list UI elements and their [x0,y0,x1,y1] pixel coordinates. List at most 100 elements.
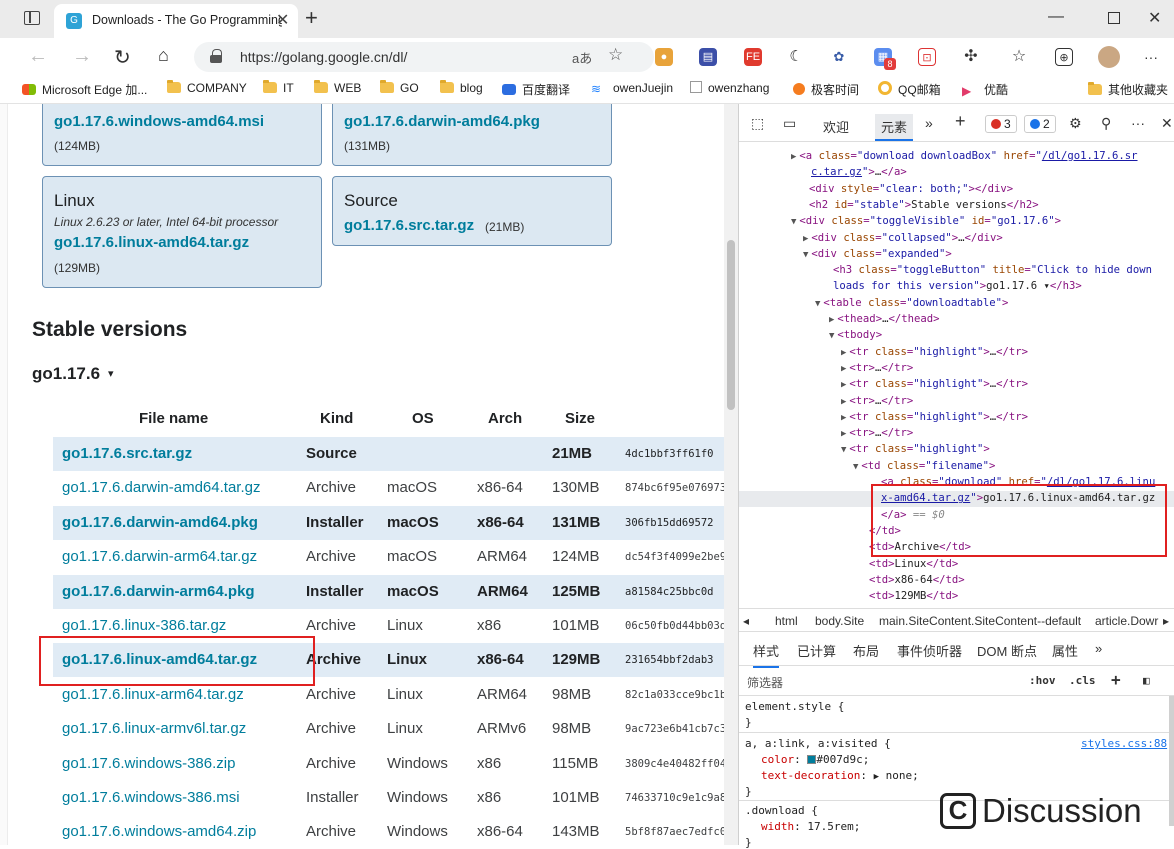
crumb-body[interactable]: body.Site [815,614,864,628]
featured-file[interactable]: go1.17.6.windows-amd64.msi [54,113,264,130]
download-link[interactable]: go1.17.6.src.tar.gz [62,445,192,462]
maximize-icon[interactable] [1108,12,1120,24]
more-menu-icon[interactable]: ··· [1142,48,1160,66]
download-link[interactable]: go1.17.6.linux-386.tar.gz [62,617,226,634]
dom-node-line[interactable]: ▼ <table class="downloadtable"> [815,295,1008,311]
bookmark-qqmail[interactable]: QQ邮箱 [878,81,941,99]
dom-node-line[interactable]: <td>x86-64</td> [869,572,965,588]
css-rule-source-link[interactable]: styles.css:88 [1081,737,1167,750]
url-input[interactable]: https://golang.google.cn/dl/ aあ ☆ [194,42,654,72]
css-color-decl[interactable]: color: #007d9c; [761,753,869,766]
extension-reader-icon[interactable]: ▤ [699,48,717,66]
bookmark-owenzhang[interactable]: owenzhang [690,81,769,99]
extension-fe-icon[interactable]: FE [744,48,762,66]
css-width-decl[interactable]: width: 17.5rem; [761,820,860,833]
version-toggle[interactable]: go1.17.6 ▾ [32,364,114,384]
expand-triangle-icon[interactable]: ▼ [791,217,796,227]
dom-node-line[interactable]: ▶ <tr class="highlight">…</tr> [841,376,1028,392]
css-element-style[interactable]: element.style { [745,700,844,713]
new-tab-button[interactable]: + [305,5,318,31]
tab-layout[interactable]: 布局 [853,641,879,660]
expand-triangle-icon[interactable]: ▶ [874,772,879,782]
download-link[interactable]: go1.17.6.linux-arm64.tar.gz [62,686,244,703]
cls-toggle[interactable]: .cls [1069,674,1096,687]
download-link[interactable]: go1.17.6.windows-386.msi [62,789,240,806]
bookmark-other[interactable]: 其他收藏夹 [1088,81,1168,99]
dom-node-line[interactable]: ▶ <tr>…</tr> [841,393,913,409]
dom-node-line[interactable]: ▼ <td class="filename"> [853,458,995,474]
expand-triangle-icon[interactable]: ▼ [841,445,846,455]
featured-windows[interactable]: go1.17.6.windows-amd64.msi (124MB) [42,104,322,166]
dom-node-line[interactable]: ▶ <a class="download downloadBox" href="/… [791,148,1138,164]
download-link[interactable]: go1.17.6.darwin-arm64.tar.gz [62,548,257,565]
devtools-more-icon[interactable]: ··· [1131,115,1145,131]
dark-mode-icon[interactable]: ☾ [787,48,805,66]
avatar[interactable] [1098,46,1120,68]
bookmark-baidu-translate[interactable]: 百度翻译 [502,81,570,99]
extensions-puzzle-icon[interactable]: ✣ [962,48,980,66]
toggle-sidebar-icon[interactable]: ◧ [1143,674,1150,687]
settings-gear-icon[interactable]: ⚙ [1069,115,1082,132]
expand-triangle-icon[interactable]: ▼ [815,299,820,309]
dom-node-line[interactable]: <td>129MB</td> [869,588,958,604]
featured-file[interactable]: go1.17.6.src.tar.gz [344,217,474,234]
expand-triangle-icon[interactable]: ▶ [829,315,834,325]
screenshot-icon[interactable]: ⊡ [918,48,936,66]
dom-node-line[interactable]: ▼ <tbody> [829,327,882,343]
dom-node-line[interactable]: ▼ <div class="expanded"> [803,246,952,262]
css-download-selector[interactable]: .download { [745,804,818,817]
bookmark-it[interactable]: IT [263,80,294,99]
page-scroll-thumb[interactable] [727,240,735,410]
download-link[interactable]: go1.17.6.windows-386.zip [62,755,235,772]
bookmark-go[interactable]: GO [380,80,419,99]
crumb-scroll-right-icon[interactable]: ▸ [1163,614,1169,628]
crumb-main[interactable]: main.SiteContent.SiteContent--default [879,614,1081,628]
inspect-icon[interactable]: ⬚ [751,115,764,132]
dom-node-line[interactable]: ▶ <tr>…</tr> [841,360,913,376]
forward-icon[interactable]: → [72,45,92,68]
tab-styles[interactable]: 样式 [753,641,780,668]
expand-triangle-icon[interactable]: ▶ [841,413,846,423]
dom-node-line[interactable]: <h3 class="toggleButton" title="Click to… [833,262,1152,278]
connect-icon[interactable]: ⚲ [1101,115,1111,132]
expand-triangle-icon[interactable]: ▶ [791,152,796,162]
dom-node-line[interactable]: c.tar.gz">…</a> [811,164,907,180]
expand-triangle-icon[interactable]: ▶ [841,429,846,439]
featured-source[interactable]: Source go1.17.6.src.tar.gz (21MB) [332,176,612,246]
minimize-icon[interactable]: — [1048,8,1064,26]
new-rule-plus-icon[interactable]: + [1111,670,1121,689]
read-aloud-icon[interactable]: aあ [572,48,592,67]
message-badge[interactable]: 2 [1024,115,1056,133]
expand-triangle-icon[interactable]: ▶ [803,234,808,244]
expand-triangle-icon[interactable]: ▼ [803,250,808,260]
dom-node-line[interactable]: loads for this version">go1.17.6 ▾</h3> [833,278,1082,294]
styles-scrollbar[interactable] [1169,696,1174,826]
dom-node-line[interactable]: ▶ <thead>…</thead> [829,311,940,327]
tab-actions-icon[interactable] [24,11,40,25]
extension-translate-icon[interactable]: ✿ [830,48,848,66]
expand-triangle-icon[interactable]: ▶ [841,380,846,390]
featured-file[interactable]: go1.17.6.darwin-amd64.pkg [344,113,540,130]
tab-properties[interactable]: 属性 [1052,641,1078,660]
tab-dom-breakpoints[interactable]: DOM 断点 [977,641,1037,660]
download-link[interactable]: go1.17.6.darwin-arm64.pkg [62,583,255,600]
page-scrollbar[interactable] [724,104,738,845]
expand-triangle-icon[interactable]: ▶ [841,364,846,374]
bookmark-youku[interactable]: ▶ 优酷 [962,81,1008,99]
download-link[interactable]: go1.17.6.linux-armv6l.tar.gz [62,720,246,737]
tab-computed[interactable]: 已计算 [797,641,836,660]
featured-file[interactable]: go1.17.6.linux-amd64.tar.gz [54,234,249,251]
css-rule-selector[interactable]: a, a:link, a:visited { [745,737,891,750]
refresh-icon[interactable]: ↻ [114,45,131,70]
expand-triangle-icon[interactable]: ▶ [841,397,846,407]
more-style-tabs-icon[interactable]: » [1095,641,1102,656]
dom-node-line[interactable]: <div style="clear: both;"></div> [809,181,1013,197]
crumb-scroll-left-icon[interactable]: ◂ [743,614,749,628]
crumb-article[interactable]: article.Dowr [1095,614,1158,628]
dom-node-line[interactable]: ▼ <div class="toggleVisible" id="go1.17.6… [791,213,1061,229]
download-link[interactable]: go1.17.6.darwin-amd64.pkg [62,514,258,531]
dom-node-line[interactable]: ▶ <tr class="highlight">…</tr> [841,344,1028,360]
bookmark-blog[interactable]: blog [440,80,483,99]
featured-macos[interactable]: go1.17.6.darwin-amd64.pkg (131MB) [332,104,612,166]
collections-icon[interactable]: ⊕ [1055,48,1073,66]
